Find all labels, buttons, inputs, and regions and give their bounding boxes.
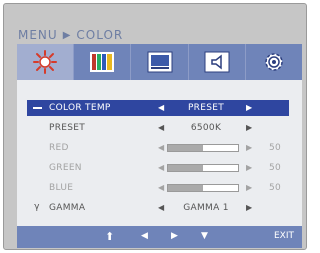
arrow-right-icon[interactable]: ▶ <box>246 203 252 212</box>
arrow-left-icon: ◀ <box>158 143 165 152</box>
menu-item-label: RED <box>49 143 69 153</box>
preset-value: 6500K <box>190 123 222 133</box>
breadcrumb-section: COLOR <box>76 28 124 42</box>
arrow-right-icon[interactable]: ▶ <box>246 123 252 132</box>
tab-brightness[interactable] <box>17 44 75 80</box>
menu-item-color-temp[interactable]: COLOR TEMP ◀ PRESET ▶ <box>27 100 289 116</box>
gamma-symbol-icon: γ <box>34 202 40 212</box>
arrow-left-icon: ◀ <box>158 163 165 172</box>
tab-setup[interactable] <box>246 44 302 80</box>
nav-right-icon[interactable]: ▶ <box>171 231 178 241</box>
red-level-value: 50 <box>269 143 282 153</box>
color-bars-icon <box>90 52 115 72</box>
arrow-left-icon[interactable]: ◀ <box>158 203 164 212</box>
menu-item-preset[interactable]: PRESET ◀ 6500K ▶ <box>27 120 289 136</box>
red-level-bar <box>167 144 239 152</box>
green-level-value: 50 <box>269 163 282 173</box>
selected-marker-icon <box>30 102 44 112</box>
return-up-icon[interactable]: ⬆ <box>105 230 114 243</box>
menu-item-label: PRESET <box>49 123 86 133</box>
menu-item-label: GAMMA <box>49 203 86 213</box>
arrow-right-icon[interactable]: ▶ <box>246 103 252 112</box>
arrow-right-icon: ▶ <box>246 143 253 152</box>
settings-gear-icon <box>265 53 283 71</box>
tab-bar <box>17 44 302 80</box>
speaker-volume-icon <box>204 51 230 73</box>
arrow-right-icon: ▶ <box>246 163 253 172</box>
button-guide-bar: ⬆ ◀ ▶ ▼ EXIT <box>17 226 302 248</box>
green-level-bar <box>167 164 239 172</box>
monitor-picture-icon <box>147 51 172 73</box>
menu-item-label: BLUE <box>49 183 74 193</box>
tab-color[interactable] <box>74 44 132 80</box>
arrow-left-icon[interactable]: ◀ <box>158 123 164 132</box>
menu-item-label: GREEN <box>49 163 82 173</box>
brightness-sun-icon <box>33 50 58 74</box>
menu-item-label: COLOR TEMP <box>49 103 111 113</box>
menu-item-gamma[interactable]: γ GAMMA ◀ GAMMA 1 ▶ <box>27 200 289 216</box>
breadcrumb-menu: MENU <box>18 28 58 42</box>
breadcrumb: MENU ▶ COLOR <box>18 26 123 44</box>
blue-level-bar <box>167 184 239 192</box>
gamma-value: GAMMA 1 <box>183 203 229 213</box>
menu-item-blue: BLUE ◀ ▶ 50 <box>27 180 289 196</box>
breadcrumb-separator-icon: ▶ <box>62 29 72 41</box>
arrow-right-icon: ▶ <box>246 183 253 192</box>
tab-sound[interactable] <box>189 44 246 80</box>
menu-item-green: GREEN ◀ ▶ 50 <box>27 160 289 176</box>
nav-down-icon[interactable]: ▼ <box>201 231 208 241</box>
blue-level-value: 50 <box>269 183 282 193</box>
menu-item-red: RED ◀ ▶ 50 <box>27 140 289 156</box>
arrow-left-icon[interactable]: ◀ <box>158 103 164 112</box>
color-temp-value: PRESET <box>187 103 225 113</box>
menu-panel: COLOR TEMP ◀ PRESET ▶ PRESET ◀ 6500K ▶ R… <box>17 80 302 226</box>
tab-picture[interactable] <box>131 44 189 80</box>
arrow-left-icon: ◀ <box>158 183 165 192</box>
osd-window: MENU ▶ COLOR COLOR TEMP ◀ PRESET ▶ PRESE… <box>3 3 307 250</box>
exit-button[interactable]: EXIT <box>274 231 294 241</box>
nav-left-icon[interactable]: ◀ <box>141 231 148 241</box>
